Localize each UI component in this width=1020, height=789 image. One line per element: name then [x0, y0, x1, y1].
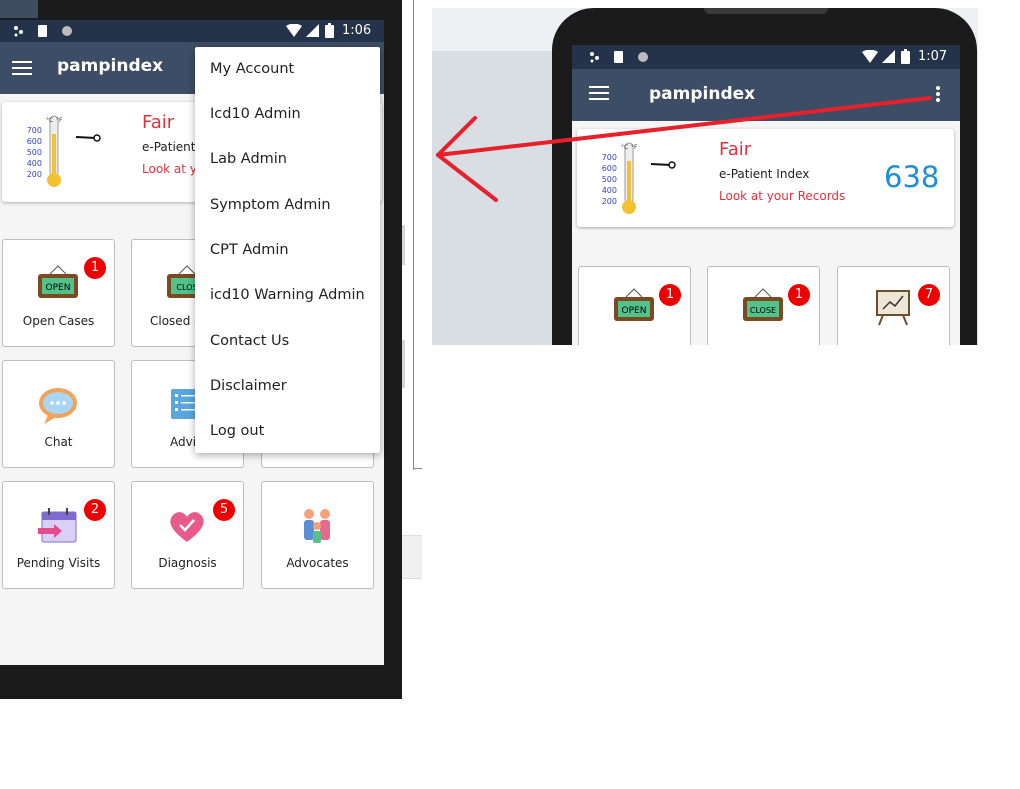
annotation-arrow-icon: [436, 96, 932, 202]
